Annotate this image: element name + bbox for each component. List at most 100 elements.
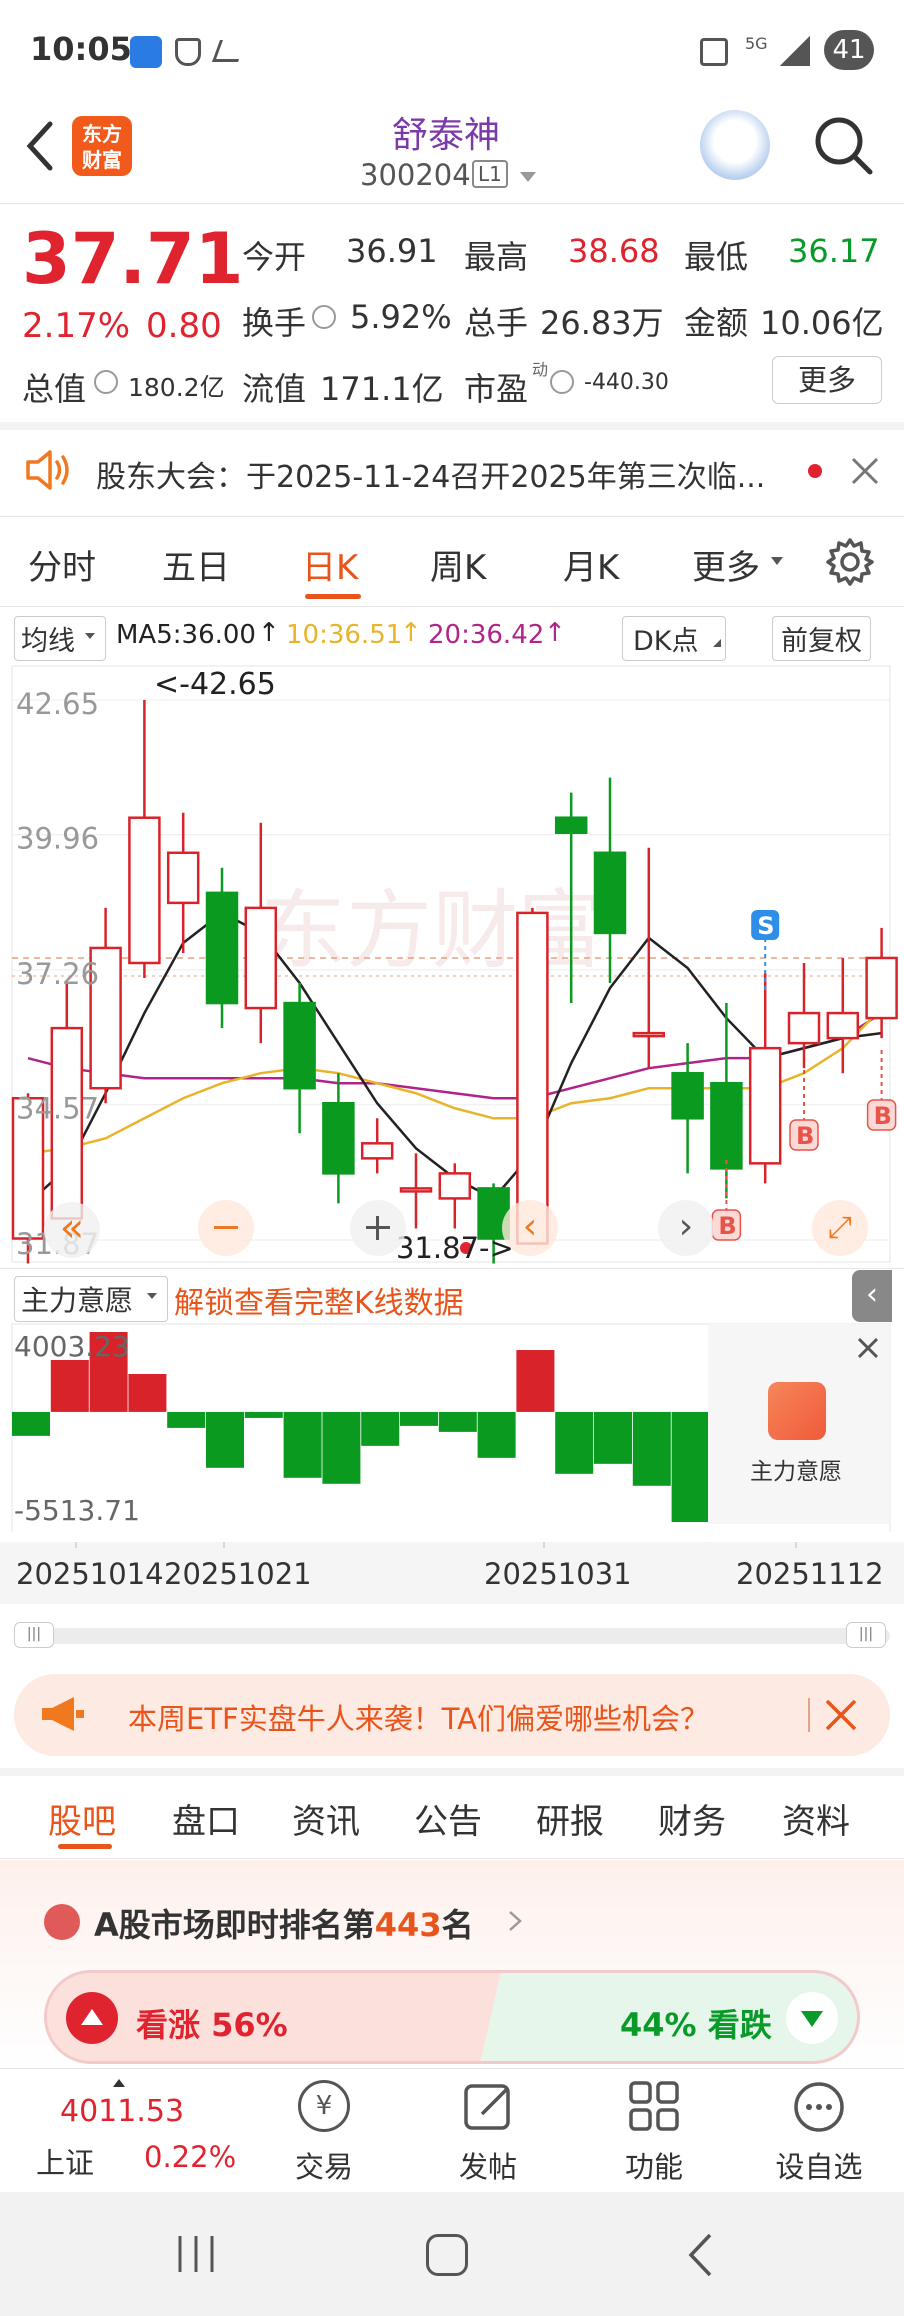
tab-profile[interactable]: 资料 <box>782 1794 850 1843</box>
ranking-prefix: A股市场即时排名第 <box>94 1906 375 1944</box>
tab-finance[interactable]: 财务 <box>658 1794 726 1843</box>
scroll-prev-button[interactable]: ‹ <box>502 1200 558 1256</box>
active-tab-underline <box>305 594 361 599</box>
tab-weekly-k[interactable]: 周K <box>430 540 486 589</box>
amount-label: 金额 <box>684 304 749 342</box>
speaker-icon <box>26 450 69 490</box>
indicator-bar <box>322 1411 361 1484</box>
range-handle-right[interactable]: ||| <box>846 1622 886 1648</box>
tab-five-day[interactable]: 五日 <box>162 540 230 589</box>
zoom-in-button[interactable] <box>350 1200 406 1256</box>
scroll-left-button[interactable]: « <box>44 1202 100 1258</box>
pe-value: -440.30 <box>584 370 669 395</box>
close-icon[interactable] <box>850 456 880 486</box>
fullscreen-button[interactable]: ⤢ <box>812 1200 868 1256</box>
indicator-bar <box>671 1411 710 1522</box>
stock-code[interactable]: 300204 <box>360 158 471 192</box>
collapse-panel-button[interactable]: ‹ <box>852 1270 892 1322</box>
bullish-button[interactable] <box>66 1992 118 2044</box>
dk-button[interactable]: DK点 <box>622 616 726 661</box>
indicator-bar <box>283 1411 322 1478</box>
indicator-select[interactable]: 主力意愿 <box>14 1276 169 1322</box>
notice-text[interactable]: 股东大会：于2025-11-24召开2025年第三次临... <box>96 452 765 496</box>
float-label: 流值 <box>242 370 307 408</box>
sell-mark-label: S <box>757 912 774 940</box>
indicator-bar <box>361 1411 400 1446</box>
info-dots-icon[interactable] <box>94 370 118 394</box>
candle-body <box>671 1071 704 1120</box>
gear-icon[interactable] <box>824 536 876 588</box>
tab-monthly-k[interactable]: 月K <box>563 540 619 589</box>
ma5-arrow: ↑ <box>258 618 280 648</box>
app-logo[interactable]: 东方 财富 <box>72 116 132 176</box>
nav-trade[interactable]: 交易 <box>274 2144 374 2186</box>
change-value: 0.80 <box>146 306 222 346</box>
nav-function[interactable]: 功能 <box>604 2144 704 2186</box>
last-price: 37.71 <box>22 218 244 300</box>
zoom-out-button[interactable] <box>198 1200 254 1256</box>
more-dots-icon[interactable] <box>792 2080 846 2134</box>
buy-mark-label: B <box>874 1102 892 1130</box>
candle-body <box>283 1001 316 1090</box>
apps-grid-icon[interactable] <box>628 2080 680 2132</box>
nav-post[interactable]: 发帖 <box>438 2144 538 2186</box>
scroll-next-button[interactable]: › <box>658 1200 714 1256</box>
range-handle-left[interactable]: ||| <box>14 1622 54 1648</box>
send-icon <box>211 40 247 62</box>
info-dots-icon[interactable] <box>312 305 336 329</box>
tab-timeshare[interactable]: 分时 <box>28 540 96 589</box>
tab-announcement[interactable]: 公告 <box>414 1794 482 1843</box>
trade-icon[interactable]: ¥ <box>298 2080 350 2132</box>
indicator-bar <box>632 1411 671 1486</box>
index-value[interactable]: 4011.53 <box>60 2094 184 2129</box>
close-icon[interactable] <box>824 1698 858 1732</box>
volume-label: 总手 <box>464 304 529 342</box>
tab-news[interactable]: 资讯 <box>292 1794 360 1843</box>
ma5-value: MA5:36.00 <box>116 620 256 650</box>
candle-body <box>748 1046 782 1165</box>
low-value: 36.17 <box>788 232 880 270</box>
nav-add-watchlist[interactable]: 设自选 <box>764 2144 874 2186</box>
tab-guba[interactable]: 股吧 <box>48 1794 116 1843</box>
tab-more[interactable]: 更多 <box>692 540 760 589</box>
adjust-button[interactable]: 前复权 <box>772 616 871 661</box>
back-icon[interactable] <box>20 118 60 174</box>
dropdown-icon[interactable] <box>518 170 538 184</box>
amount-value: 10.06亿 <box>760 304 884 342</box>
range-scroller[interactable] <box>14 1628 890 1644</box>
low-price-marker: 31.87-> <box>396 1231 514 1265</box>
edit-post-icon[interactable] <box>462 2080 516 2134</box>
candle-body <box>787 1011 821 1045</box>
search-icon[interactable] <box>812 114 876 178</box>
date-label: 20251112 <box>736 1557 884 1591</box>
home-icon[interactable] <box>426 2234 468 2276</box>
robot-avatar-icon[interactable] <box>700 110 770 180</box>
indicator-bar <box>50 1360 89 1412</box>
chevron-right-icon <box>509 1911 522 1931</box>
date-axis-labels: 20251014 20251021 20251031 20251112 <box>16 1542 884 1591</box>
indicator-bar <box>244 1411 283 1418</box>
unlock-link[interactable]: 解锁查看完整K线数据 <box>174 1278 464 1322</box>
banner-text[interactable]: 本周ETF实盘牛人来袭！TA们偏爱哪些机会？ <box>128 1696 709 1738</box>
ranking-row[interactable]: A股市场即时排名第443名 <box>94 1900 474 1946</box>
stock-name: 舒泰神 <box>392 115 501 156</box>
more-button[interactable]: 更多 <box>772 356 882 404</box>
open-label: 今开 <box>242 238 307 276</box>
tab-research[interactable]: 研报 <box>536 1794 604 1843</box>
indicator-lock-icon[interactable] <box>768 1382 826 1440</box>
turnover-value: 5.92% <box>350 298 452 336</box>
indicator-bar <box>12 1411 50 1436</box>
tab-daily-k[interactable]: 日K <box>302 540 358 589</box>
mcap-label: 总值 <box>22 370 87 408</box>
back-nav-icon[interactable] <box>686 2232 714 2278</box>
close-icon[interactable] <box>856 1336 880 1360</box>
bearish-text: 44% 看跌 <box>620 2006 772 2044</box>
bearish-button[interactable] <box>786 1992 838 2044</box>
info-dots-icon[interactable] <box>550 370 574 394</box>
recent-apps-icon[interactable] <box>174 2234 218 2274</box>
tab-pankou[interactable]: 盘口 <box>172 1794 240 1843</box>
megaphone-icon <box>42 1697 84 1731</box>
high-label: 最高 <box>464 238 529 276</box>
candle-body <box>593 851 627 935</box>
candlestick-chart[interactable]: 东方财富 SBBB 42.6539.9637.2634.5731.87 <-42… <box>0 660 904 1270</box>
